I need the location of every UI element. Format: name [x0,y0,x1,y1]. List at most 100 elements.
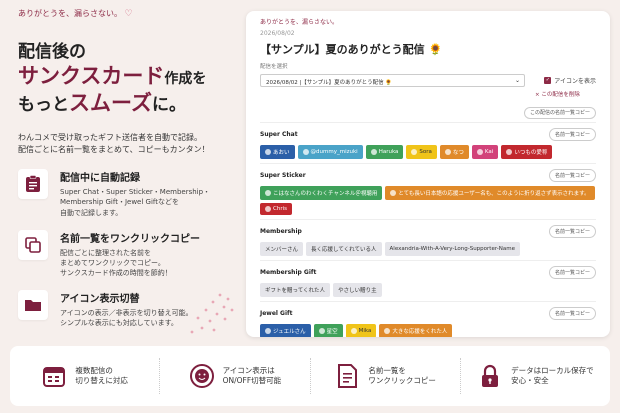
bottom-feature: データはローカル保存で 安心・安全 [461,358,610,394]
copy-names-button[interactable]: 名前一覧コピー [548,169,596,182]
chip-label: やさしい贈り主 [338,288,377,294]
avatar [302,149,309,155]
feature-copy: 名前一覧をワンクリックコピー 配信ごとに整理された名前を まとめてワンクリックでコ… [18,229,245,278]
avatar [411,149,418,155]
section-title: Super Sticker [260,172,306,179]
name-chip: ギフトを贈ってくれた人 [260,283,331,297]
gift-section: Membership 名前一覧コピー メンバーさん 長く応援してくれている人 Alexa… [260,219,596,260]
avatar [506,149,513,155]
document-icon [338,364,358,388]
name-chip: なつ [439,145,469,159]
chip-label: 星空 [326,329,338,335]
copy-icon [18,229,48,260]
headline-line1: 配信後の [18,42,86,62]
folder-icon [18,290,48,321]
bottom-feature: 名前一覧を ワンクリックコピー [311,358,461,394]
headline: 配信後の サンクスカード作成を もっとスムーズに。 [18,41,245,118]
chip-label: あおい [273,150,290,156]
bottom-feature-text: 名前一覧を ワンクリックコピー [368,365,436,386]
chip-label: 大きな応援をくれた人 [392,329,448,335]
check-icon: ✓ [544,77,552,84]
name-chip: Mika [345,324,377,337]
app-window: ありがとうを、漏らさない。 2026/08/02 【サンプル】夏のありがとう配信… [246,11,610,337]
name-chip: 大きな応援をくれた人 [379,324,453,337]
feature-text: Super Chat・Super Sticker・Membership・ Mem… [60,188,211,217]
avatar [350,328,357,334]
name-chip: Haruka [365,145,404,159]
copy-names-button[interactable]: 名前一覧コピー [548,128,596,141]
copy-all-button[interactable]: この配信の名前一覧コピー [523,107,596,119]
bottom-feature: 複数配信の 切り替えに対応 [10,358,161,394]
name-chip: Alexandria-With-A-Very-Long-Supporter-Na… [384,242,520,256]
chip-label: とても長い日本語の応援ユーザー名も、このように折り返さず表示されます。 [398,191,590,197]
feature-auto-record: 配信中に自動記録 Super Chat・Super Sticker・Members… [18,169,245,217]
chip-label: こはなさんのわくわくチャンネル＠視聴用 [273,191,378,197]
app-tagline: ありがとうを、漏らさない。 [260,19,339,26]
bottom-feature: アイコン表示は ON/OFF切替可能 [160,358,311,394]
avatar [265,206,271,212]
chip-label: Alexandria-With-A-Very-Long-Supporter-Na… [389,246,515,252]
bottom-features: 複数配信の 切り替えに対応 アイコン表示は ON/OFF切替可能 名前一覧を ワ… [10,346,610,406]
tagline: ありがとうを、漏らさない。 ♡ [18,9,133,19]
headline-line3: もっとスムーズに。 [18,91,186,116]
chip-label: Sora [419,149,432,155]
name-chip: こはなさんのわくわくチャンネル＠視聴用 [260,186,383,200]
chip-label: ジュエルさん [273,329,306,335]
feature-title: アイコン表示切替 [60,294,140,306]
gift-sections: Super Chat 名前一覧コピー あおい @dummy_mizuki Haruka S… [260,122,596,337]
clipboard-icon [18,169,48,200]
chip-label: メンバーさん [265,247,299,253]
avatar [390,190,397,196]
chip-label: いつもの愛称 [514,150,548,156]
calendar-icon [43,367,66,387]
stream-title: 【サンプル】夏のありがとう配信 🌻 [260,43,443,56]
avatar [476,149,483,155]
section-title: Membership Gift [260,269,317,276]
name-chip: Chris [260,203,292,215]
hero-panel: ありがとうを、漏らさない。 ♡ 配信後の サンクスカード作成を もっとスムーズに… [0,0,245,340]
name-chip: Kai [471,145,499,159]
section-title: Super Chat [260,131,298,138]
name-chip: やさしい贈り主 [333,283,382,297]
gift-section: Super Sticker 名前一覧コピーこはなさんのわくわくチャンネル＠視聴用 と… [260,163,596,219]
feature-text: アイコンの表示／非表示を切り替え可能。 シンプルな表示にも対応しています。 [60,309,193,328]
name-chip: メンバーさん [260,242,304,256]
heart-icon: ♡ [124,9,133,19]
section-title: Membership [260,228,302,235]
copy-names-button[interactable]: 名前一覧コピー [548,225,596,238]
gift-section: Jewel Gift 名前一覧コピー ジュエルさん 星空 Mika 大きな応援をくれた人 [260,301,596,337]
avatar [265,190,271,196]
chip-label: ギフトを贈ってくれた人 [265,288,326,294]
name-chip: いつもの愛称 [501,145,553,159]
copy-names-button[interactable]: 名前一覧コピー [548,307,596,320]
copy-names-button[interactable]: 名前一覧コピー [548,266,596,279]
feature-title: 配信中に自動記録 [60,173,140,185]
smile-toggle-icon [189,364,214,388]
chip-label: Chris [273,206,287,212]
chip-label: Mika [358,328,372,334]
name-chip: ジュエルさん [260,324,311,337]
name-chip: @dummy_mizuki [297,145,363,159]
bottom-feature-text: 複数配信の 切り替えに対応 [75,365,128,386]
avatar [444,149,451,155]
headline-line2: サンクスカード作成を [18,64,207,89]
delete-stream-link[interactable]: × この配信を削除 [535,90,596,98]
chevron-down-icon: ⌄ [514,77,520,84]
name-chip: あおい [260,145,295,159]
show-icon-checkbox[interactable]: ✓ アイコンを表示 [544,76,596,85]
name-chip: とても長い日本語の応援ユーザー名も、このように折り返さず表示されます。 [385,186,595,200]
avatar [318,328,325,334]
lock-icon [482,364,499,387]
avatar [384,328,391,334]
gift-section: Super Chat 名前一覧コピーあおい @dummy_mizuki Haruka S… [260,122,596,163]
stream-select[interactable]: 2026/08/02 |【サンプル】夏のありがとう配信 🌻 ⌄ [260,74,525,87]
gift-section: Membership Gift 名前一覧コピーギフトを贈ってくれた人 やさしい贈り主 [260,260,596,301]
feature-title: 名前一覧をワンクリックコピー [60,233,200,245]
avatar [370,149,377,155]
chip-label: なつ [452,150,464,156]
stream-date: 2026/08/02 [260,30,295,37]
name-chip: 星空 [313,324,343,337]
description: わんコメで受け取ったギフト送信者を自動で記録。 配信ごとに名前一覧をまとめて、コ… [18,132,210,155]
name-chip: Sora [406,145,437,159]
chip-label: @dummy_mizuki [310,149,358,155]
